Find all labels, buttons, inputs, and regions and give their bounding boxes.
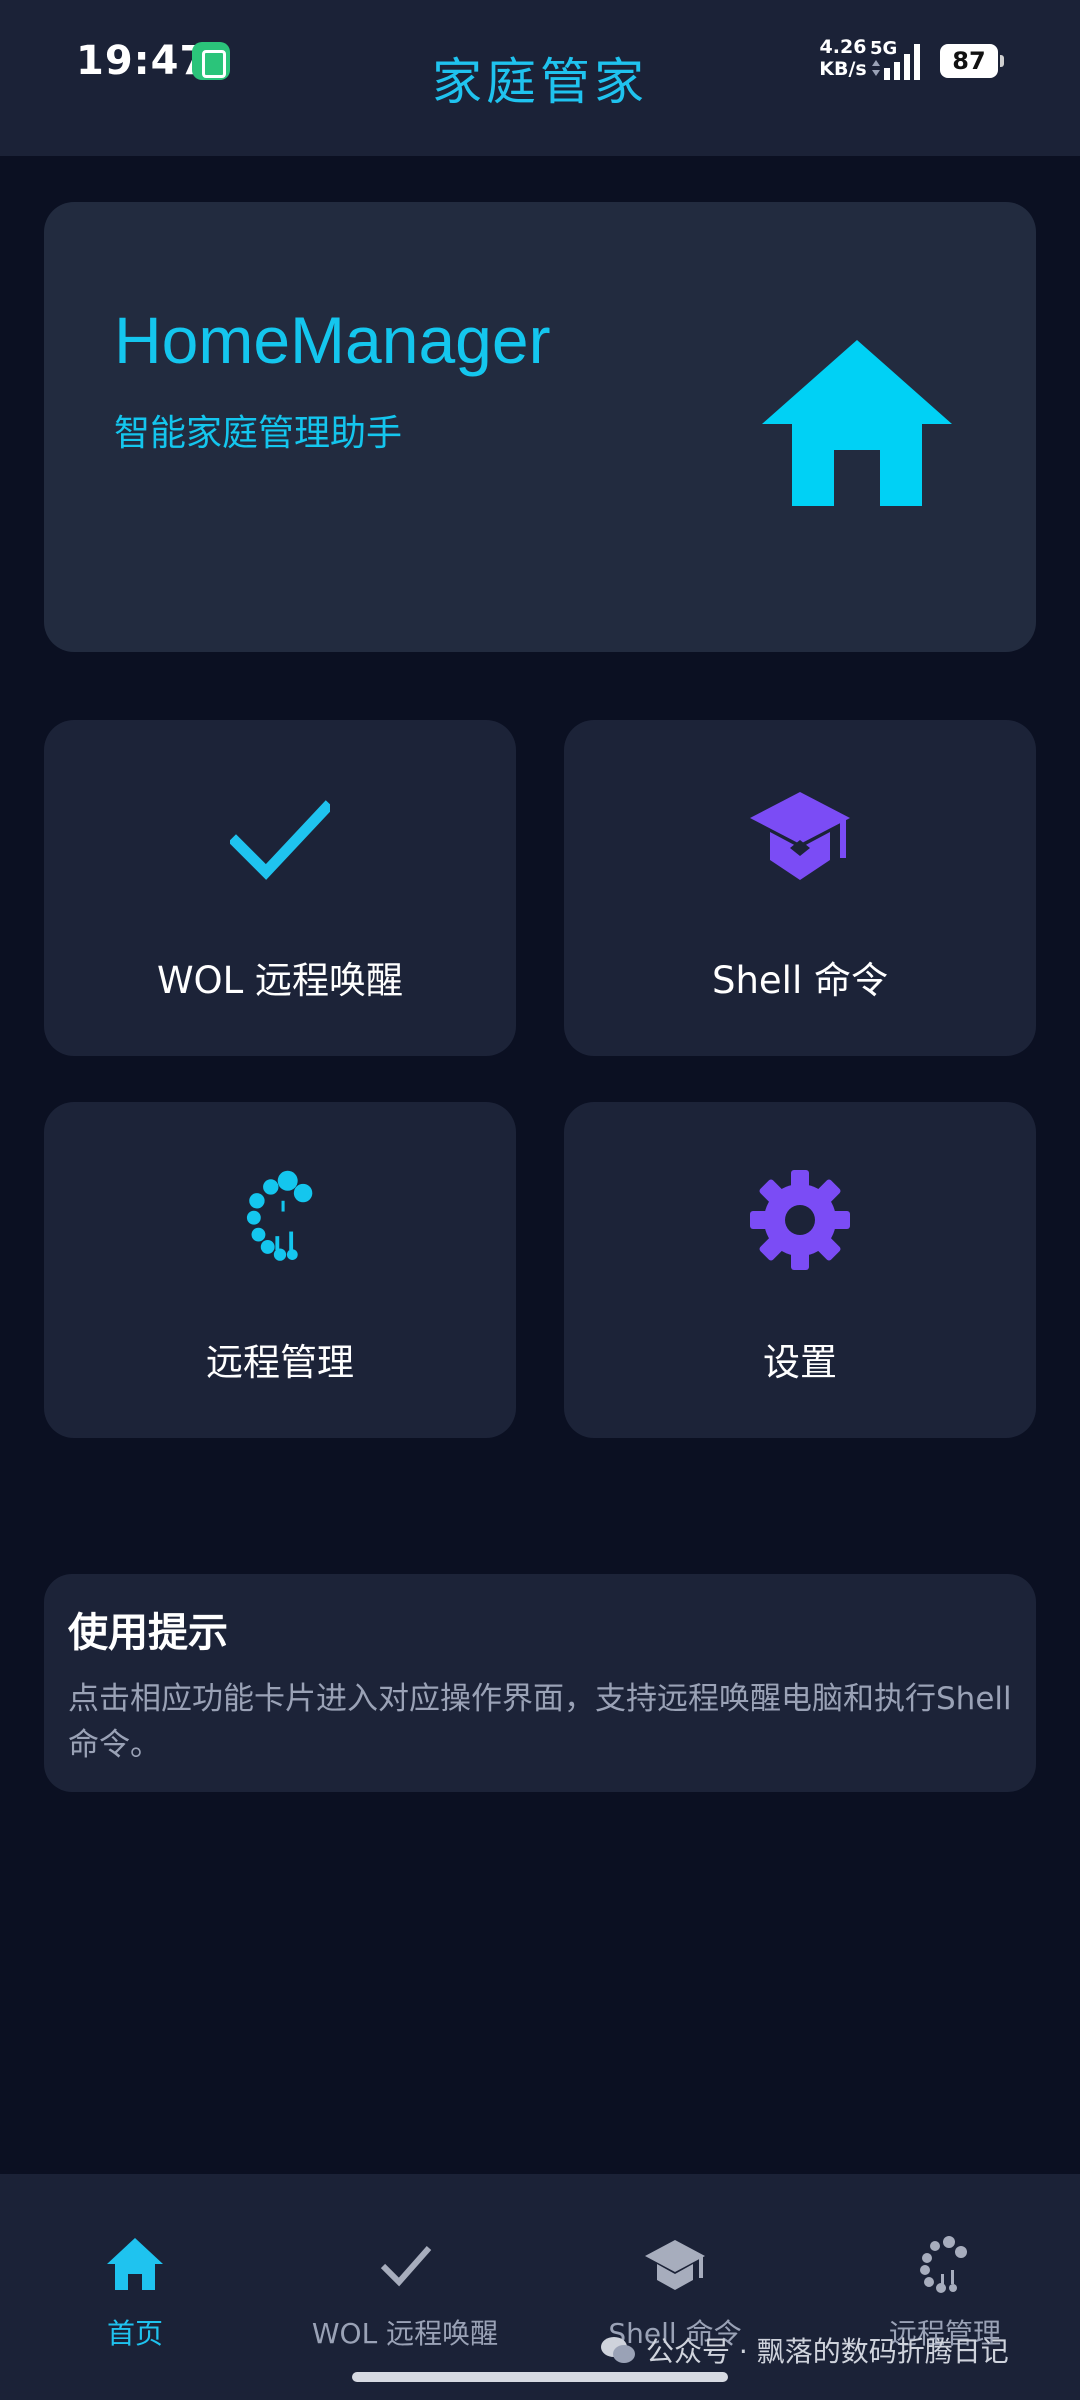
remote-manage-icon: [246, 1170, 313, 1261]
graduation-cap-icon: [750, 792, 850, 880]
check-icon: [230, 800, 330, 880]
nav-label: WOL 远程唤醒: [311, 2317, 499, 2350]
card-label: 远程管理: [206, 1341, 354, 1384]
network-type: 5G: [870, 38, 897, 59]
wechat-icon: [601, 2337, 635, 2363]
hero-title: HomeManager: [114, 303, 551, 377]
top-app-bar: 19:47 家庭管家 4.26 KB/s 5G 87: [0, 0, 1080, 156]
hero-subtitle: 智能家庭管理助手: [114, 413, 403, 454]
battery-indicator: 87: [940, 44, 1004, 78]
remote-manage-icon: [920, 2236, 967, 2293]
tips-title: 使用提示: [68, 1610, 228, 1656]
watermark-text: 公众号 · 飘落的数码折腾日记: [646, 2335, 1009, 2368]
card-label: 设置: [763, 1341, 837, 1384]
card-label: WOL 远程唤醒: [156, 959, 404, 1002]
home-icon: [107, 2238, 163, 2290]
graduation-cap-icon: [645, 2240, 705, 2290]
nav-label: 首页: [106, 2317, 163, 2350]
network-speed-value: 4.26: [819, 36, 867, 58]
tips-card: 使用提示 点击相应功能卡片进入对应操作界面，支持远程唤醒电脑和执行Shell命令…: [44, 1574, 1036, 1792]
check-icon: [380, 2246, 432, 2287]
network-speed: 4.26 KB/s: [812, 36, 874, 80]
nav-item-wol[interactable]: WOL 远程唤醒: [270, 2234, 540, 2354]
home-indicator[interactable]: [352, 2372, 728, 2382]
tips-text: 点击相应功能卡片进入对应操作界面，支持远程唤醒电脑和执行Shell命令。: [68, 1681, 1012, 1763]
card-shell-command[interactable]: Shell 命令: [564, 720, 1036, 1056]
watermark: 公众号 · 飘落的数码折腾日记: [600, 2330, 1009, 2370]
card-label: Shell 命令: [711, 959, 889, 1002]
card-remote-management[interactable]: 远程管理: [44, 1102, 516, 1438]
network-speed-unit: KB/s: [819, 58, 867, 80]
nav-item-home[interactable]: 首页: [0, 2234, 270, 2354]
hero-card: HomeManager 智能家庭管理助手: [44, 202, 1036, 652]
signal-icon: 5G: [870, 38, 920, 80]
home-icon: [762, 340, 952, 506]
card-wol-remote-wake[interactable]: WOL 远程唤醒: [44, 720, 516, 1056]
card-settings[interactable]: 设置: [564, 1102, 1036, 1438]
gear-icon: [750, 1170, 850, 1270]
